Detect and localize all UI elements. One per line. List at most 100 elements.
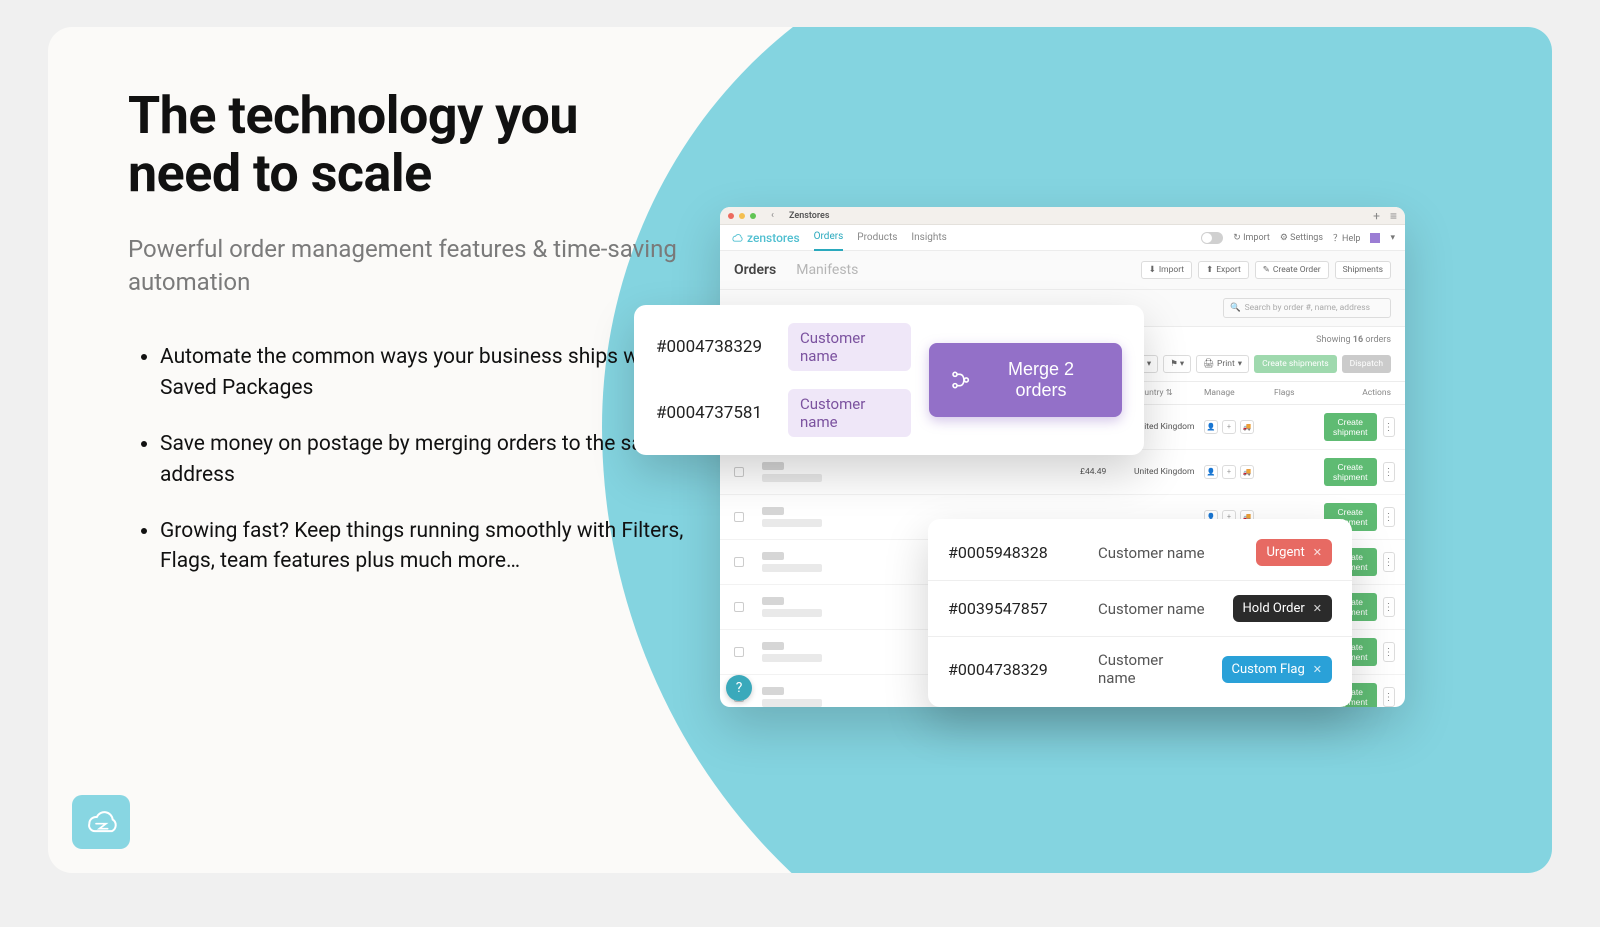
row-checkbox[interactable] <box>734 647 744 657</box>
row-checkbox[interactable] <box>734 467 744 477</box>
showing-count: Showing 16 orders <box>1316 335 1391 345</box>
close-icon[interactable]: ✕ <box>1313 546 1322 559</box>
close-icon[interactable]: ✕ <box>1313 663 1322 676</box>
merge-icon <box>951 370 970 390</box>
merge-order-row: #0004737581 Customer name <box>656 389 911 437</box>
theme-toggle[interactable] <box>1201 232 1223 244</box>
th-actions: Actions <box>1324 388 1391 398</box>
flag-order-id: #0005948328 <box>948 543 1078 562</box>
bullet-item: Save money on postage by merging orders … <box>160 429 688 490</box>
top-settings[interactable]: ⚙ Settings <box>1280 233 1323 243</box>
th-flags: Flags <box>1274 388 1324 398</box>
order-skeleton <box>762 642 902 662</box>
row-actions-button[interactable]: ⋮ <box>1383 417 1395 437</box>
th-country[interactable]: Country ⇅ <box>1134 388 1204 398</box>
user-icon[interactable]: 👤 <box>1204 420 1218 434</box>
th-manage: Manage <box>1204 388 1274 398</box>
create-order-button[interactable]: ✎ Create Order <box>1255 261 1329 279</box>
traffic-close-icon[interactable] <box>728 213 734 219</box>
row-actions-button[interactable]: ⋮ <box>1383 552 1395 572</box>
chevron-down-icon[interactable]: ▾ <box>1390 233 1395 243</box>
window-title: Zenstores <box>789 211 829 221</box>
flag-row: #0005948328 Customer name Urgent ✕ <box>928 525 1352 581</box>
search-input[interactable]: 🔍 Search by order #, name, address <box>1223 298 1391 318</box>
row-actions-button[interactable]: ⋮ <box>1383 642 1395 662</box>
flag-label: Hold Order <box>1243 601 1305 616</box>
create-shipment-button[interactable]: Create shipment <box>1324 458 1377 486</box>
merge-order-id: #0004737581 <box>656 403 762 423</box>
tab-orders[interactable]: Orders <box>734 262 776 278</box>
traffic-min-icon[interactable] <box>739 213 745 219</box>
flag-customer: Customer name <box>1098 544 1236 562</box>
create-shipments-button[interactable]: Create shipments <box>1254 355 1337 373</box>
chrome-menu-icon[interactable]: ≡ <box>1390 209 1397 223</box>
truck-icon[interactable]: 🚚 <box>1240 420 1254 434</box>
window-chrome: ‹ Zenstores + ≡ <box>720 207 1405 225</box>
top-import[interactable]: ↻ Import <box>1233 233 1270 243</box>
help-fab[interactable]: ? <box>726 675 752 701</box>
subheader: Orders Manifests ⬇ Import ⬆ Export ✎ Cre… <box>720 251 1405 290</box>
close-icon[interactable]: ✕ <box>1313 602 1322 615</box>
sub-import-button[interactable]: ⬇ Import <box>1141 261 1192 279</box>
nav-insights[interactable]: Insights <box>911 225 946 250</box>
row-actions-button[interactable]: ⋮ <box>1383 462 1395 482</box>
back-icon[interactable]: ‹ <box>771 210 774 221</box>
country-cell: United Kingdom <box>1134 422 1204 432</box>
bullet-item: Growing fast? Keep things running smooth… <box>160 516 688 577</box>
merge-orders-button[interactable]: Merge 2 orders <box>929 343 1122 417</box>
flag-row: #0004738329 Customer name Custom Flag ✕ <box>928 637 1352 701</box>
flag-dropdown[interactable]: ⚑ ▾ <box>1163 355 1191 373</box>
customer-pill: Customer name <box>788 389 911 437</box>
row-checkbox[interactable] <box>734 557 744 567</box>
dispatch-button[interactable]: Dispatch <box>1342 355 1391 373</box>
apps-icon[interactable] <box>1370 233 1380 243</box>
create-shipment-button[interactable]: Create shipment <box>1324 413 1377 441</box>
merge-button-label: Merge 2 orders <box>982 359 1100 401</box>
merge-order-id: #0004738329 <box>656 337 762 357</box>
shipments-button[interactable]: Shipments <box>1335 261 1391 279</box>
flag-customer: Customer name <box>1098 651 1202 687</box>
plus-icon[interactable]: + <box>1222 465 1236 479</box>
print-button[interactable]: 🖨 Print ▾ <box>1196 355 1249 373</box>
brand-text[interactable]: zenstores <box>730 231 800 245</box>
country-cell: United Kingdom <box>1134 467 1204 477</box>
cloud-icon <box>730 232 744 244</box>
chrome-plus-icon[interactable]: + <box>1373 209 1380 223</box>
flag-pill[interactable]: Hold Order ✕ <box>1233 595 1332 622</box>
top-help[interactable]: ？Help <box>1333 231 1360 244</box>
order-skeleton <box>762 507 902 527</box>
plus-icon[interactable]: + <box>1222 420 1236 434</box>
headline: The technology you need to scale <box>128 87 688 203</box>
tab-manifests[interactable]: Manifests <box>796 262 858 278</box>
row-actions-button[interactable]: ⋮ <box>1383 597 1395 617</box>
table-row: £44.49 United Kingdom 👤 + 🚚 Create shipm… <box>720 450 1405 495</box>
row-checkbox[interactable] <box>734 512 744 522</box>
cloud-icon <box>81 808 121 836</box>
row-actions-button[interactable]: ⋮ <box>1383 687 1395 707</box>
nav-products[interactable]: Products <box>857 225 897 250</box>
merge-order-row: #0004738329 Customer name <box>656 323 911 371</box>
nav-orders[interactable]: Orders <box>814 224 844 251</box>
flags-card: #0005948328 Customer name Urgent ✕ #0039… <box>928 519 1352 707</box>
row-actions-button[interactable]: ⋮ <box>1383 507 1395 527</box>
search-icon: 🔍 <box>1230 303 1241 313</box>
user-icon[interactable]: 👤 <box>1204 465 1218 479</box>
flag-order-id: #0004738329 <box>948 660 1078 679</box>
flag-customer: Customer name <box>1098 600 1213 618</box>
sub-export-button[interactable]: ⬆ Export <box>1198 261 1249 279</box>
truck-icon[interactable]: 🚚 <box>1240 465 1254 479</box>
order-skeleton <box>762 462 902 482</box>
feature-bullets: Automate the common ways your business s… <box>128 342 688 577</box>
search-placeholder: Search by order #, name, address <box>1245 303 1370 313</box>
manage-cell: 👤 + 🚚 <box>1204 420 1274 434</box>
row-checkbox[interactable] <box>734 602 744 612</box>
traffic-max-icon[interactable] <box>750 213 756 219</box>
topbar: zenstores Orders Products Insights ↻ Imp… <box>720 225 1405 251</box>
customer-pill: Customer name <box>788 323 911 371</box>
order-skeleton <box>762 687 902 707</box>
brand-label: zenstores <box>747 231 800 245</box>
order-skeleton <box>762 552 902 572</box>
merge-card: #0004738329 Customer name #0004737581 Cu… <box>634 305 1144 455</box>
flag-pill[interactable]: Urgent ✕ <box>1256 539 1332 566</box>
flag-pill[interactable]: Custom Flag ✕ <box>1222 656 1332 683</box>
